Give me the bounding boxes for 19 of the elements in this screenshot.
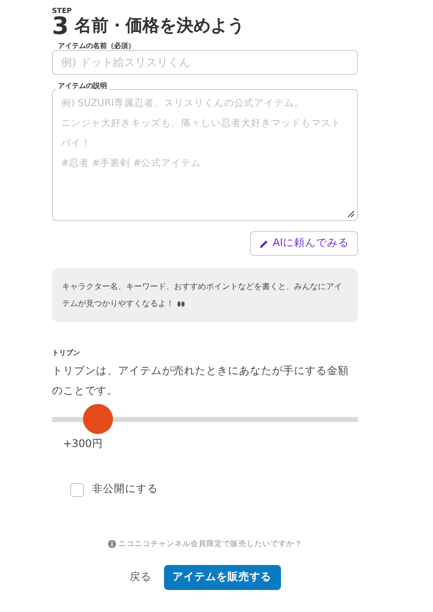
info-icon xyxy=(108,540,116,548)
pencil-icon xyxy=(258,238,269,248)
checkbox[interactable] xyxy=(70,483,84,498)
royalty-value: +300円 xyxy=(63,436,104,452)
submit-button[interactable]: アイテムを販売する xyxy=(164,565,280,590)
section-title: 名前・価格を決めよう xyxy=(74,15,245,37)
placeholder-text: #忍者 #手裏剣 #公式アイテム xyxy=(61,157,202,171)
slider-thumb[interactable] xyxy=(82,404,113,434)
eyes-icon xyxy=(177,300,185,307)
placeholder-text: ニンジャ大好きキッズも、痛々しい忍者大好きマッドもマストバイ！ xyxy=(61,117,342,151)
ai-button[interactable]: AIに頼んでみる xyxy=(250,231,358,256)
checkbox-label: 非公開にする xyxy=(92,482,158,498)
placeholder-text: 例) SUZURI専属忍者、スリスリくんの公式アイテム。 xyxy=(61,97,305,111)
royalty-description: トリブンは、アイテムが売れたときにあなたが手にする金額のことです。 xyxy=(52,364,350,398)
hint-text: キャラクター名、キーワード、おすすめポイントなどを書くと、みんなにアイテムが見つかりやすくなるよ！ xyxy=(62,281,343,310)
name-field[interactable]: 例) ドット絵スリスリくん xyxy=(52,50,358,75)
step-number: 3 xyxy=(52,15,69,37)
back-button[interactable]: 戻る xyxy=(130,570,152,586)
resize-handle-icon xyxy=(347,210,355,218)
